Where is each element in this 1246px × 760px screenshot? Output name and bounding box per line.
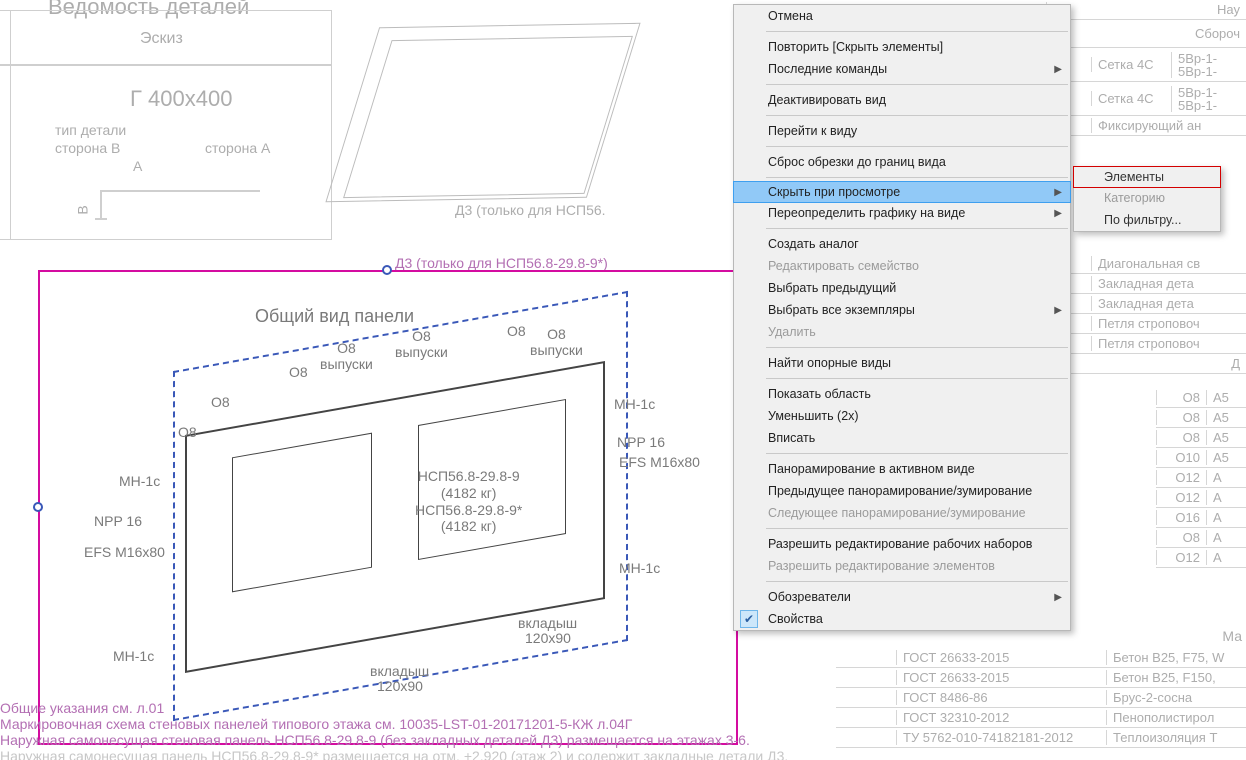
rt-hau: Нау — [1046, 2, 1246, 17]
menu-showreg[interactable]: Показать область — [734, 383, 1070, 405]
rt-fiks: Фиксирующий ан — [1091, 118, 1246, 133]
label-mn1c-br: МН-1с — [619, 560, 660, 576]
menu-allowws[interactable]: Разрешить редактирование рабочих наборов — [734, 533, 1070, 555]
menu-selall[interactable]: Выбрать все экземпляры▶ — [734, 299, 1070, 321]
letter-a: А — [133, 158, 142, 174]
note-2: Маркировочная схема стеновых панелей тип… — [0, 716, 632, 732]
g400-label: Г 400x400 — [130, 86, 232, 112]
d3-note-1: Д3 (только для НСП56. — [455, 202, 606, 218]
label-vklad-dim-1: 120x90 — [525, 630, 571, 646]
menu-nextpan: Следующее панорамирование/зумирование — [734, 502, 1070, 524]
menu-reset[interactable]: Сброс обрезки до границ вида — [734, 151, 1070, 173]
label-npp16-right: NPP 16 — [617, 434, 665, 450]
menu-repeat[interactable]: Повторить [Скрыть элементы] — [734, 36, 1070, 58]
label-mn1c-bl: МН-1с — [113, 648, 154, 664]
menu-findhost[interactable]: Найти опорные виды — [734, 352, 1070, 374]
menu-pan[interactable]: Панорамирование в активном виде — [734, 458, 1070, 480]
menu-goto[interactable]: Перейти к виду — [734, 120, 1070, 142]
label-o8-vyp-1: О8 выпуски — [320, 340, 373, 372]
panel-name-2: НСП56.8-29.8-9* — [415, 502, 522, 518]
chevron-right-icon: ▶ — [1054, 64, 1062, 75]
label-mn1c-left: МН-1с — [119, 473, 160, 489]
tip-detali-label: тип детали — [55, 122, 126, 138]
chevron-right-icon: ▶ — [1054, 208, 1062, 219]
label-efs-right: EFS M16x80 — [619, 454, 700, 470]
right-table-bottom: ГОСТ 26633-2015Бетон В25, F75, WГОСТ 266… — [836, 648, 1246, 748]
rt-sbor: Сбороч — [1046, 26, 1246, 41]
submenu-elements[interactable]: Элементы — [1073, 166, 1221, 188]
rt-setka-1: Сетка 4С — [1091, 57, 1171, 72]
panel-weight-1: (4182 кг) — [441, 485, 497, 501]
submenu-byfilter[interactable]: По фильтру... — [1074, 209, 1220, 231]
menu-editfam: Редактировать семейство — [734, 255, 1070, 277]
selection-handle-left[interactable] — [33, 502, 43, 512]
label-vklad-dim-2: 120x90 — [377, 678, 423, 694]
menu-browsers[interactable]: Обозреватели▶ — [734, 586, 1070, 608]
chevron-right-icon: ▶ — [1054, 305, 1062, 316]
label-vklad-1: вкладыш — [518, 615, 577, 631]
menu-analog[interactable]: Создать аналог — [734, 233, 1070, 255]
label-o8-vyp-3: О8 выпуски — [530, 326, 583, 358]
menu-recent[interactable]: Последние команды▶ — [734, 58, 1070, 80]
right-table-top: Нау Сбороч И4Сетка 4С5Вр-1-5Вр-1- И4Сетк… — [1046, 0, 1246, 136]
menu-props[interactable]: ✔ Свойства — [734, 608, 1070, 630]
menu-override[interactable]: Переопределить графику на виде▶ — [734, 202, 1070, 224]
view-title: Общий вид панели — [255, 306, 414, 327]
menu-allowel: Разрешить редактирование элементов — [734, 555, 1070, 577]
menu-selprev[interactable]: Выбрать предыдущий — [734, 277, 1070, 299]
storona-b-label: сторона В — [55, 140, 120, 156]
eskiz-label: Эскиз — [140, 30, 183, 48]
menu-hide[interactable]: Скрыть при просмотре▶ — [733, 181, 1071, 203]
d3-note-2: Д3 (только для НСП56.8-29.8-9*) — [395, 255, 608, 271]
panel-weight-2: (4182 кг) — [441, 518, 497, 534]
right-table-diam: О8А5О8А5О8А5О10А5О12АО12АО16АО8АО12А — [1156, 388, 1246, 568]
submenu-category: Категорию — [1074, 187, 1220, 209]
panel-name-1: НСП56.8-29.8-9 — [418, 468, 520, 484]
note-3: Наружная самонесущая стеновая панель НСП… — [0, 732, 750, 748]
menu-deactivate[interactable]: Деактивировать вид — [734, 89, 1070, 111]
rt-setka-2: Сетка 4С — [1091, 91, 1171, 106]
label-o8-1: О8 — [178, 424, 197, 440]
chevron-right-icon: ▶ — [1054, 592, 1062, 603]
label-o8-3: О8 — [289, 364, 308, 380]
menu-prevpan[interactable]: Предыдущее панорамирование/зумирование — [734, 480, 1070, 502]
menu-fit[interactable]: Вписать — [734, 427, 1070, 449]
label-o8-4: О8 — [507, 323, 526, 339]
menu-delete: Удалить — [734, 321, 1070, 343]
selection-handle-top[interactable] — [382, 265, 392, 275]
check-icon: ✔ — [740, 610, 758, 628]
label-ma: Ма — [1222, 628, 1242, 644]
chevron-right-icon: ▶ — [1054, 187, 1062, 198]
context-menu[interactable]: Отмена Повторить [Скрыть элементы] После… — [733, 4, 1071, 631]
note-1: Общие указания см. л.01 — [0, 700, 164, 716]
note-4: Наружная самонесущая панель НСП56.8-29.8… — [0, 748, 788, 760]
letter-b: В — [75, 205, 91, 214]
menu-zoomout[interactable]: Уменьшить (2x) — [734, 405, 1070, 427]
label-o8-vyp-2: О8 выпуски — [395, 328, 448, 360]
label-efs-left: EFS M16x80 — [84, 544, 165, 560]
storona-a-label: сторона А — [205, 140, 270, 156]
context-submenu-hide[interactable]: Элементы Категорию По фильтру... — [1073, 166, 1221, 232]
label-npp16-left: NPP 16 — [94, 513, 142, 529]
label-o8-2: О8 — [211, 394, 230, 410]
right-table-mid: Диагональная св Закладная дета И4Закладн… — [1046, 254, 1246, 374]
label-mn1c-right: МН-1с — [614, 396, 655, 412]
label-vklad-2: вкладыш — [370, 663, 429, 679]
menu-cancel[interactable]: Отмена — [734, 5, 1070, 27]
